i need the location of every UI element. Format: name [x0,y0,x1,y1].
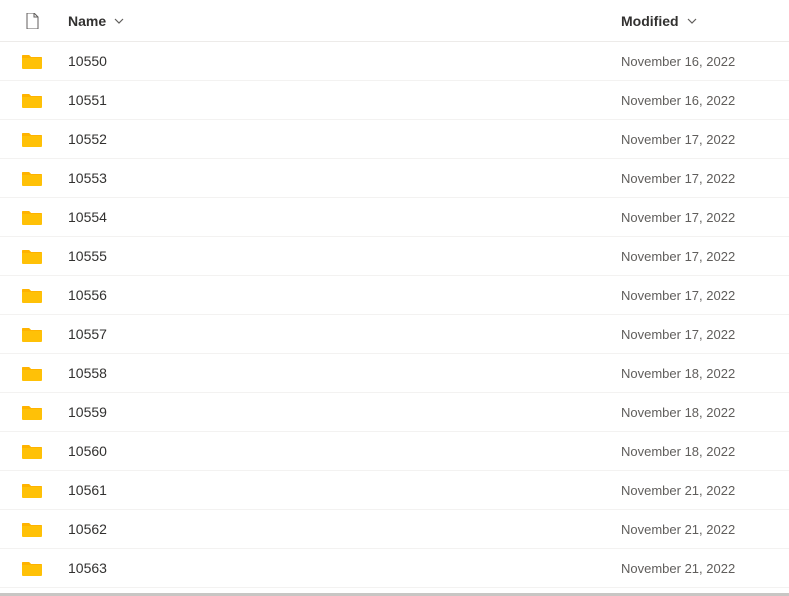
folder-name[interactable]: 10555 [56,248,621,264]
modified-date: November 17, 2022 [621,249,781,264]
modified-date: November 21, 2022 [621,561,781,576]
modified-date: November 18, 2022 [621,444,781,459]
folder-name[interactable]: 10561 [56,482,621,498]
table-row[interactable]: 10550November 16, 2022 [0,42,789,81]
folder-name[interactable]: 10553 [56,170,621,186]
column-header-modified[interactable]: Modified [621,13,781,29]
column-header-type[interactable] [8,13,56,29]
table-row[interactable]: 10557November 17, 2022 [0,315,789,354]
modified-date: November 16, 2022 [621,93,781,108]
folder-icon [8,404,56,420]
modified-date: November 17, 2022 [621,132,781,147]
table-row[interactable]: 10555November 17, 2022 [0,237,789,276]
folder-name[interactable]: 10562 [56,521,621,537]
table-row[interactable]: 10552November 17, 2022 [0,120,789,159]
folder-icon [8,170,56,186]
folder-icon [8,287,56,303]
folder-icon [8,209,56,225]
modified-date: November 17, 2022 [621,288,781,303]
folder-icon [8,521,56,537]
folder-icon [8,53,56,69]
column-header-modified-label: Modified [621,13,679,29]
chevron-down-icon [687,18,697,24]
modified-date: November 18, 2022 [621,366,781,381]
folder-icon [8,248,56,264]
folder-name[interactable]: 10554 [56,209,621,225]
modified-date: November 21, 2022 [621,522,781,537]
file-list: 10550November 16, 2022 10551November 16,… [0,42,789,588]
folder-name[interactable]: 10559 [56,404,621,420]
table-row[interactable]: 10554November 17, 2022 [0,198,789,237]
table-row[interactable]: 10551November 16, 2022 [0,81,789,120]
folder-icon [8,365,56,381]
folder-name[interactable]: 10556 [56,287,621,303]
table-row[interactable]: 10559November 18, 2022 [0,393,789,432]
folder-name[interactable]: 10550 [56,53,621,69]
folder-name[interactable]: 10558 [56,365,621,381]
table-row[interactable]: 10562November 21, 2022 [0,510,789,549]
modified-date: November 17, 2022 [621,171,781,186]
modified-date: November 21, 2022 [621,483,781,498]
table-row[interactable]: 10563November 21, 2022 [0,549,789,588]
modified-date: November 18, 2022 [621,405,781,420]
column-header-row: Name Modified [0,0,789,42]
file-type-icon [25,13,39,29]
folder-name[interactable]: 10557 [56,326,621,342]
folder-icon [8,482,56,498]
folder-icon [8,326,56,342]
folder-name[interactable]: 10551 [56,92,621,108]
folder-name[interactable]: 10563 [56,560,621,576]
folder-icon [8,443,56,459]
folder-name[interactable]: 10552 [56,131,621,147]
folder-icon [8,92,56,108]
table-row[interactable]: 10556November 17, 2022 [0,276,789,315]
table-row[interactable]: 10558November 18, 2022 [0,354,789,393]
table-row[interactable]: 10560November 18, 2022 [0,432,789,471]
folder-icon [8,131,56,147]
table-row[interactable]: 10553November 17, 2022 [0,159,789,198]
chevron-down-icon [114,18,124,24]
column-header-name-label: Name [68,13,106,29]
modified-date: November 16, 2022 [621,54,781,69]
modified-date: November 17, 2022 [621,210,781,225]
table-row[interactable]: 10561November 21, 2022 [0,471,789,510]
modified-date: November 17, 2022 [621,327,781,342]
folder-icon [8,560,56,576]
folder-name[interactable]: 10560 [56,443,621,459]
column-header-name[interactable]: Name [56,13,621,29]
